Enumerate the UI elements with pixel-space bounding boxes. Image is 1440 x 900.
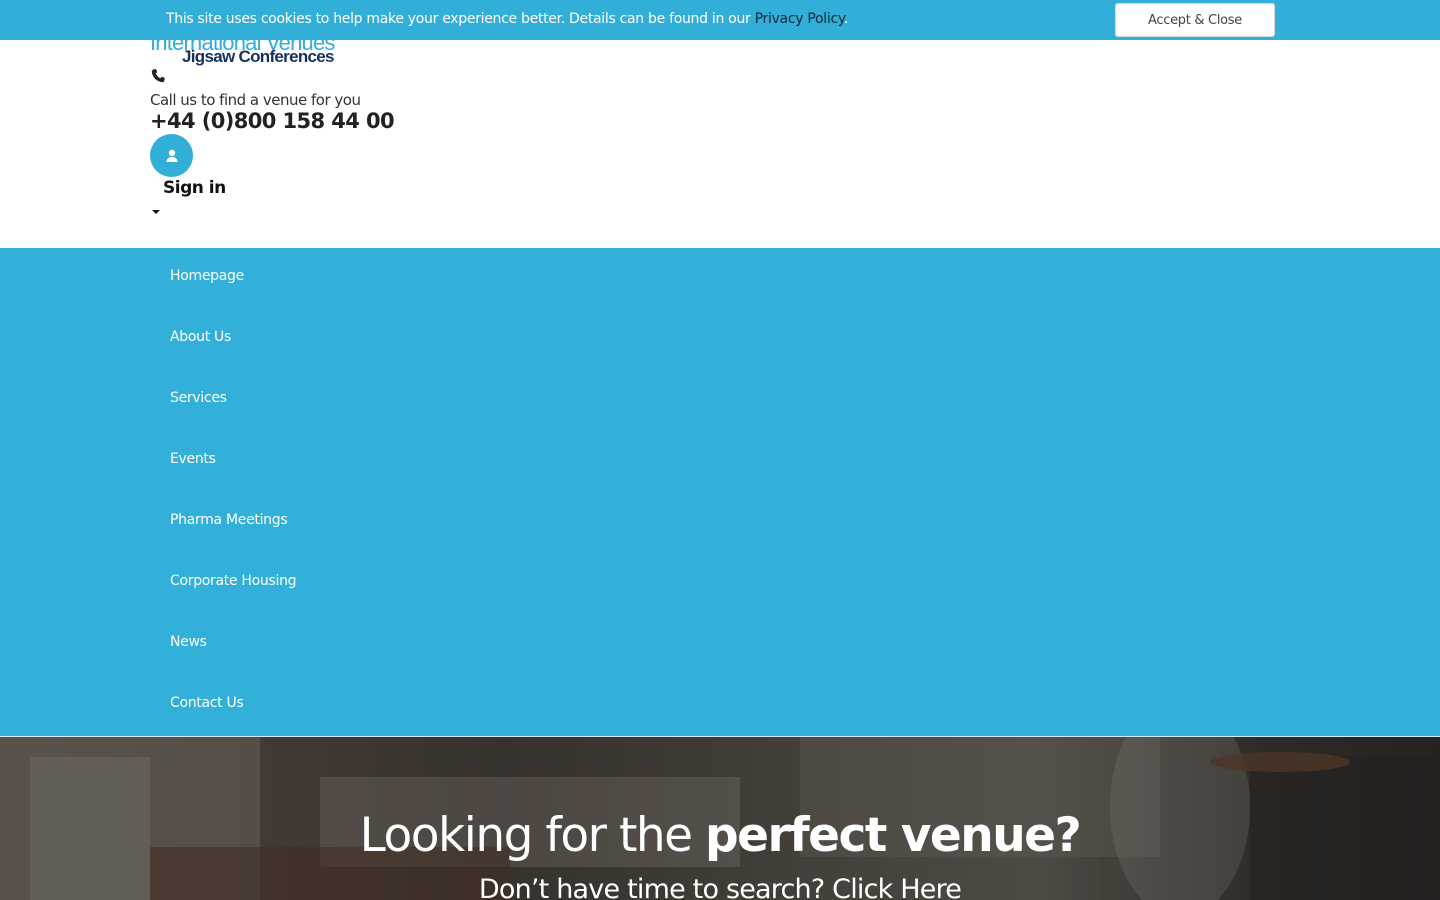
nav-item-news[interactable]: News bbox=[170, 634, 207, 650]
nav-item-about-us[interactable]: About Us bbox=[170, 329, 231, 345]
hero-banner: Looking for the perfect venue? Don’t hav… bbox=[0, 737, 1440, 900]
nav-item-pharma-meetings[interactable]: Pharma Meetings bbox=[170, 512, 288, 528]
logo-bottom-text: Jigsaw Conferences bbox=[182, 47, 335, 66]
main-navigation: Homepage About Us Services Events Pharma… bbox=[0, 248, 1440, 737]
hero-title: Looking for the perfect venue? bbox=[0, 808, 1440, 863]
cookie-message: This site uses cookies to help make your… bbox=[166, 11, 848, 27]
hero-title-light: Looking for the bbox=[359, 808, 706, 863]
hero-subtitle-link[interactable]: Don’t have time to search? Click Here bbox=[0, 874, 1440, 900]
cookie-text: This site uses cookies to help make your… bbox=[166, 11, 755, 27]
sign-in-link[interactable]: Sign in bbox=[163, 178, 226, 198]
phone-icon bbox=[151, 69, 165, 83]
call-text: Call us to find a venue for you bbox=[150, 91, 361, 109]
accept-close-button[interactable]: Accept & Close bbox=[1115, 3, 1275, 37]
nav-item-homepage[interactable]: Homepage bbox=[170, 268, 244, 284]
phone-number[interactable]: +44 (0)800 158 44 00 bbox=[150, 109, 395, 133]
nav-item-events[interactable]: Events bbox=[170, 451, 216, 467]
hero-title-bold: perfect venue? bbox=[705, 808, 1082, 863]
chevron-down-icon[interactable] bbox=[151, 209, 161, 215]
nav-item-services[interactable]: Services bbox=[170, 390, 227, 406]
nav-item-corporate-housing[interactable]: Corporate Housing bbox=[170, 573, 297, 589]
user-account-button[interactable] bbox=[150, 134, 193, 177]
cookie-text-end: . bbox=[843, 11, 848, 27]
cookie-bar: This site uses cookies to help make your… bbox=[0, 0, 1440, 40]
nav-item-contact-us[interactable]: Contact Us bbox=[170, 695, 244, 711]
privacy-policy-link[interactable]: Privacy Policy bbox=[755, 11, 845, 27]
user-icon bbox=[166, 149, 177, 162]
